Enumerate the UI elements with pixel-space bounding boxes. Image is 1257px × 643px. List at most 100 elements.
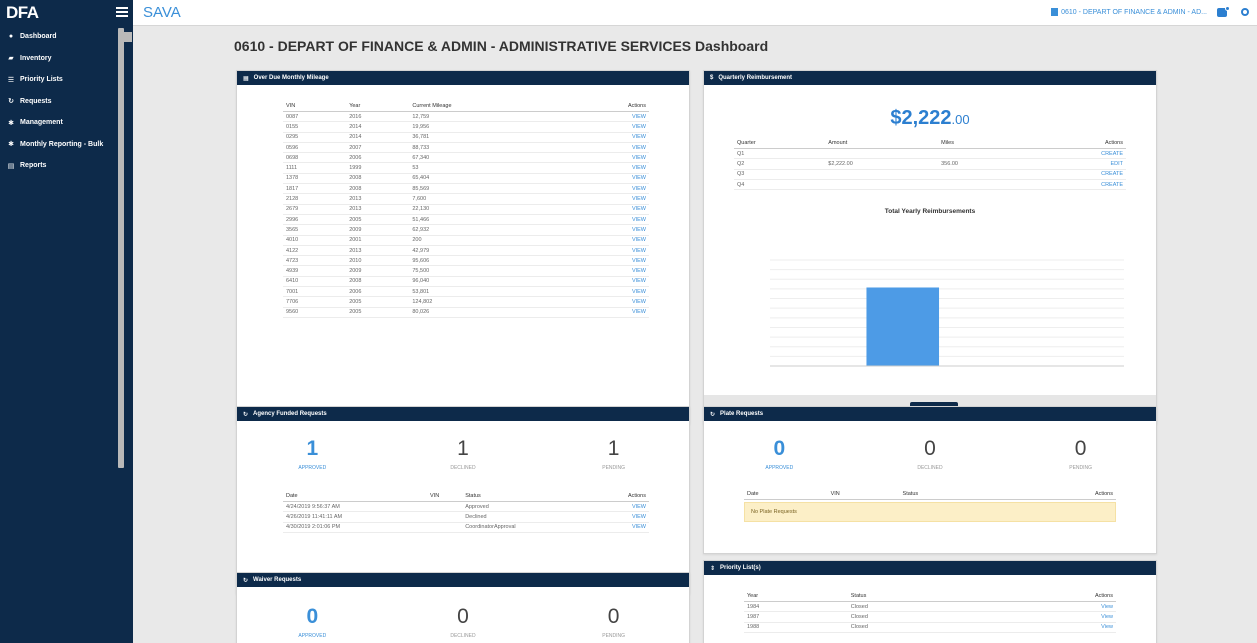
- row-action-link[interactable]: VIEW: [565, 162, 649, 174]
- row-action-link[interactable]: VIEW: [565, 132, 649, 143]
- quarterly-panel: $ Quarterly Reimbursement $2,222.00 Quar…: [703, 70, 1157, 424]
- table-cell: 22,130: [409, 204, 566, 215]
- row-action-link[interactable]: View: [979, 622, 1116, 633]
- table-cell: 6410: [283, 276, 347, 288]
- row-action-link[interactable]: VIEW: [565, 276, 649, 288]
- table-cell: 2010: [346, 255, 410, 267]
- row-action-link[interactable]: VIEW: [593, 522, 649, 533]
- row-action-link[interactable]: VIEW: [565, 245, 649, 257]
- top-right-controls: 0610 - DEPART OF FINANCE & ADMIN - AD...: [1051, 6, 1249, 18]
- agency-panel: ↻ Agency Funded Requests 1 APPROVED 1 DECLI…: [236, 406, 690, 594]
- count-approved[interactable]: 0 APPROVED: [705, 437, 854, 471]
- sidebar-item-dashboard[interactable]: ● Dashboard: [0, 26, 133, 48]
- table-cell: 9560: [283, 307, 347, 318]
- dollar-icon: $: [710, 75, 714, 81]
- sidebar-item-inventory[interactable]: ▰ Inventory: [0, 48, 133, 70]
- column-header: Actions: [565, 101, 649, 112]
- column-header: Status: [847, 591, 980, 602]
- row-action-link[interactable]: VIEW: [565, 296, 649, 308]
- table-row: 1378 2008 65,404 VIEW: [283, 173, 649, 185]
- sidebar-item-label: Requests: [20, 97, 52, 105]
- column-header: Actions: [593, 491, 649, 502]
- row-action-link[interactable]: VIEW: [565, 183, 649, 195]
- table-row: 0295 2014 36,781 VIEW: [283, 132, 649, 143]
- row-action-link[interactable]: VIEW: [565, 121, 649, 133]
- gear-icon: ✱: [8, 141, 14, 149]
- notification-icon[interactable]: [1217, 6, 1231, 18]
- panel-header: ▦ Over Due Monthly Mileage: [237, 71, 689, 85]
- row-action-link[interactable]: EDIT: [1022, 158, 1126, 170]
- row-action-link[interactable]: VIEW: [565, 152, 649, 164]
- count-declined[interactable]: 0 DECLINED: [855, 437, 1004, 471]
- table-cell: 88,733: [409, 142, 566, 154]
- count-declined[interactable]: 1 DECLINED: [388, 437, 537, 471]
- row-action-link[interactable]: CREATE: [1022, 169, 1126, 180]
- sidebar-item-monthly-reporting-bulk[interactable]: ✱ Monthly Reporting - Bulk: [0, 134, 133, 156]
- menu-toggle-icon[interactable]: [116, 7, 128, 17]
- table-cell: 2013: [346, 245, 410, 257]
- count-approved[interactable]: 1 APPROVED: [238, 437, 387, 471]
- row-action-link[interactable]: VIEW: [565, 224, 649, 236]
- sidebar-scrollbar[interactable]: [118, 28, 124, 468]
- count-label: APPROVED: [765, 465, 794, 471]
- logo[interactable]: DFA: [6, 3, 39, 23]
- row-action-link[interactable]: View: [979, 601, 1116, 613]
- row-action-link[interactable]: VIEW: [565, 111, 649, 123]
- count-approved[interactable]: 0 APPROVED: [238, 605, 387, 639]
- table-cell: 2996: [283, 214, 347, 226]
- row-action-link[interactable]: CREATE: [1022, 179, 1126, 191]
- row-action-link[interactable]: VIEW: [565, 307, 649, 318]
- table-cell: 75,500: [409, 265, 566, 277]
- app-name[interactable]: SAVA: [143, 4, 181, 21]
- document-icon: ▤: [7, 162, 15, 170]
- row-action-link[interactable]: VIEW: [593, 501, 649, 513]
- sort-icon: ⇕: [710, 565, 716, 572]
- table-cell: 2013: [346, 204, 410, 215]
- table-cell: 4723: [283, 255, 347, 267]
- sidebar-item-label: Monthly Reporting - Bulk: [20, 140, 104, 148]
- panel-title: Priority List(s): [720, 565, 761, 571]
- row-action-link[interactable]: VIEW: [565, 286, 649, 298]
- sidebar-item-label: Inventory: [20, 54, 52, 62]
- scroll-up-arrow[interactable]: [124, 32, 132, 42]
- panel-title: Plate Requests: [720, 411, 764, 417]
- table-row: 7706 2005 124,802 VIEW: [283, 296, 649, 308]
- table-cell: 2128: [283, 193, 347, 205]
- organization-selector[interactable]: 0610 - DEPART OF FINANCE & ADMIN - AD...: [1051, 8, 1207, 16]
- table-cell: Q1: [734, 148, 826, 160]
- row-action-link[interactable]: VIEW: [565, 255, 649, 267]
- count-pending[interactable]: 0 PENDING: [1006, 437, 1155, 471]
- sidebar-item-priority-lists[interactable]: ☰ Priority Lists: [0, 69, 133, 91]
- row-action-link[interactable]: VIEW: [565, 173, 649, 185]
- count-declined[interactable]: 0 DECLINED: [388, 605, 537, 639]
- table-cell: 1987: [744, 611, 848, 623]
- table-cell: 2006: [346, 286, 410, 298]
- row-action-link[interactable]: VIEW: [565, 265, 649, 277]
- sidebar-item-management[interactable]: ✱ Management: [0, 112, 133, 134]
- row-action-link[interactable]: CREATE: [1022, 148, 1126, 160]
- agency-table: Date VIN Status Actions 4/24/2019 9:56:37 A…: [283, 491, 649, 533]
- table-cell: Q3: [734, 169, 826, 180]
- count-pending[interactable]: 1 PENDING: [539, 437, 688, 471]
- row-action-link[interactable]: VIEW: [565, 235, 649, 246]
- no-plate-requests-alert: No Plate Requests: [744, 502, 1116, 522]
- row-action-link[interactable]: VIEW: [565, 193, 649, 205]
- table-cell: 4/30/2019 2:01:06 PM: [283, 522, 428, 533]
- row-action-link[interactable]: VIEW: [593, 511, 649, 523]
- table-cell: 2009: [346, 224, 410, 236]
- table-cell: [427, 522, 463, 533]
- sidebar-item-requests[interactable]: ↻ Requests: [0, 91, 133, 113]
- settings-icon[interactable]: [1241, 8, 1249, 16]
- table-cell: 200: [409, 235, 566, 246]
- sidebar-item-reports[interactable]: ▤ Reports: [0, 155, 133, 177]
- table-cell: 1817: [283, 183, 347, 195]
- row-action-link[interactable]: VIEW: [565, 214, 649, 226]
- table-cell: 80,026: [409, 307, 566, 318]
- count-pending[interactable]: 0 PENDING: [539, 605, 688, 639]
- row-action-link[interactable]: View: [979, 611, 1116, 623]
- table-row: Q4 CREATE: [734, 179, 1126, 191]
- panel-title: Quarterly Reimbursement: [718, 75, 793, 81]
- row-action-link[interactable]: VIEW: [565, 142, 649, 154]
- chart-bar[interactable]: [866, 287, 940, 366]
- row-action-link[interactable]: VIEW: [565, 204, 649, 215]
